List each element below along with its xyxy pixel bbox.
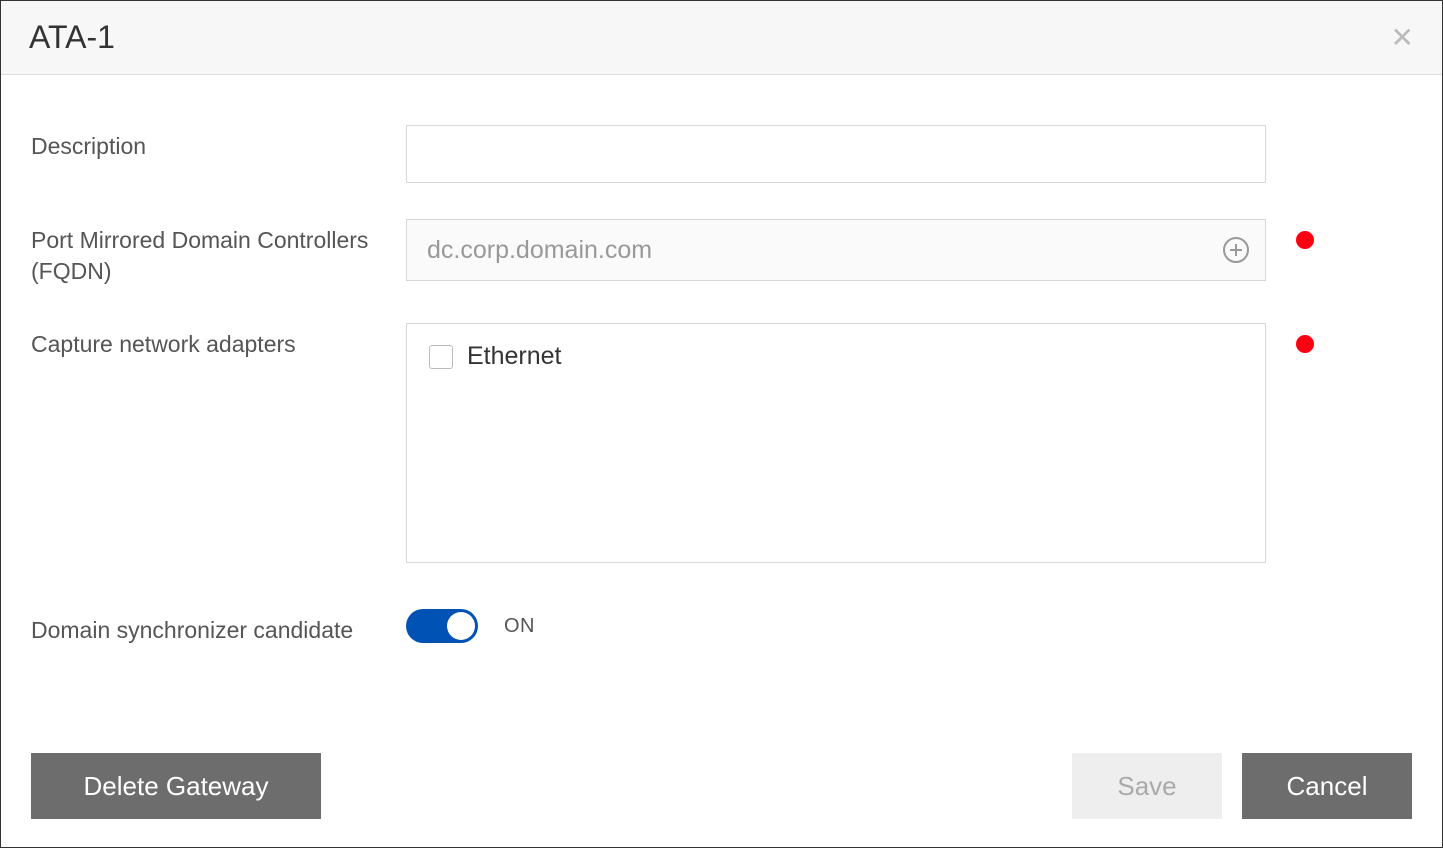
row-sync: Domain synchronizer candidate ON xyxy=(31,609,1412,646)
save-button: Save xyxy=(1072,753,1222,819)
dialog-body: Description Port Mirrored Domain Control… xyxy=(1,75,1442,753)
cancel-button[interactable]: Cancel xyxy=(1242,753,1412,819)
fqdn-status xyxy=(1266,219,1412,249)
adapter-checkbox[interactable] xyxy=(429,345,453,369)
fqdn-label: Port Mirrored Domain Controllers (FQDN) xyxy=(31,219,406,287)
sync-control: ON xyxy=(406,609,1266,643)
fqdn-input[interactable] xyxy=(406,219,1266,281)
toggle-knob xyxy=(447,612,475,640)
description-control xyxy=(406,125,1266,183)
row-fqdn: Port Mirrored Domain Controllers (FQDN) xyxy=(31,219,1412,287)
adapters-status xyxy=(1266,323,1412,353)
row-adapters: Capture network adapters Ethernet xyxy=(31,323,1412,563)
dialog-header: ATA-1 ✕ xyxy=(1,1,1442,75)
dialog-title: ATA-1 xyxy=(29,19,115,56)
row-description: Description xyxy=(31,125,1412,183)
description-label: Description xyxy=(31,125,406,162)
fqdn-wrap xyxy=(406,219,1266,281)
required-indicator-icon xyxy=(1296,335,1314,353)
adapter-item: Ethernet xyxy=(429,342,1243,371)
add-fqdn-icon[interactable] xyxy=(1222,236,1250,264)
delete-gateway-button[interactable]: Delete Gateway xyxy=(31,753,321,819)
fqdn-control xyxy=(406,219,1266,281)
adapter-label-text: Ethernet xyxy=(467,342,562,371)
description-status xyxy=(1266,125,1412,137)
sync-status xyxy=(1266,609,1412,621)
sync-toggle-state: ON xyxy=(504,615,535,638)
adapters-listbox: Ethernet xyxy=(406,323,1266,563)
required-indicator-icon xyxy=(1296,231,1314,249)
close-icon[interactable]: ✕ xyxy=(1391,24,1414,52)
sync-toggle[interactable] xyxy=(406,609,478,643)
adapters-label: Capture network adapters xyxy=(31,323,406,360)
description-input[interactable] xyxy=(406,125,1266,183)
gateway-settings-dialog: ATA-1 ✕ Description Port Mirrored Domain… xyxy=(0,0,1443,848)
sync-label: Domain synchronizer candidate xyxy=(31,609,406,646)
sync-toggle-row: ON xyxy=(406,609,1266,643)
adapters-control: Ethernet xyxy=(406,323,1266,563)
dialog-footer: Delete Gateway Save Cancel xyxy=(1,753,1442,847)
